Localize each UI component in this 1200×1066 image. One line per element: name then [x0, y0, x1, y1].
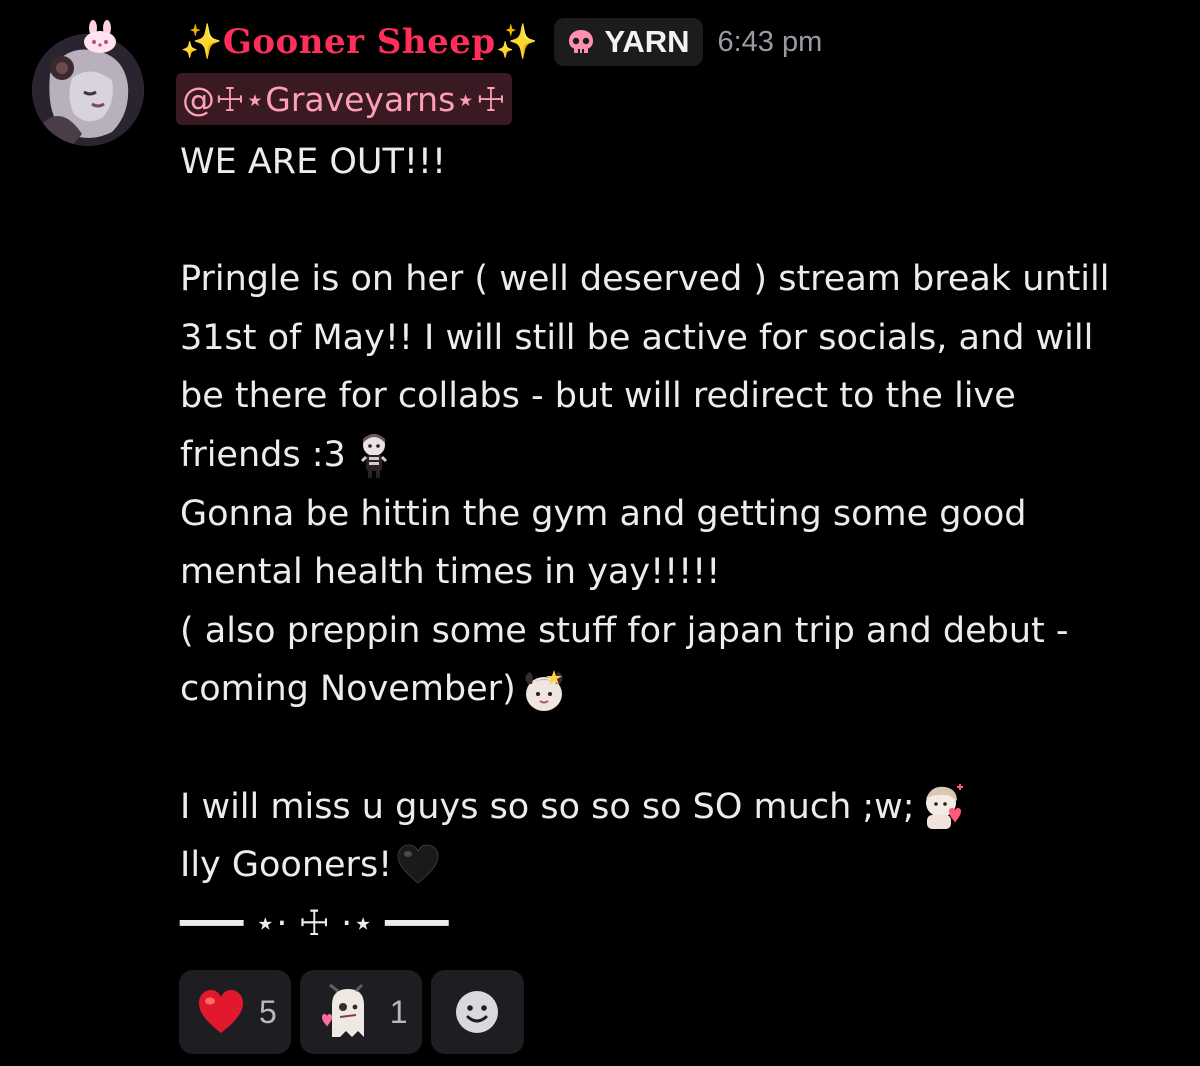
message-line	[180, 192, 1180, 251]
message-line: 31st of May!! I will still be active for…	[180, 317, 1094, 358]
message-line: coming November)	[180, 660, 1180, 719]
skull-icon	[569, 30, 594, 53]
server-tag-badge[interactable]: YARN	[554, 18, 704, 66]
add-reaction-button[interactable]	[430, 970, 524, 1054]
message-line: ━━━ ⋆⋅ ☩ ⋅⋆ ━━━	[180, 903, 449, 944]
chibi-sticker-emoji[interactable]	[350, 431, 398, 479]
message-line: Pringle is on her ( well deserved ) stre…	[180, 259, 1110, 300]
red-heart-emoji	[199, 990, 243, 1033]
hug-heart-sticker-emoji[interactable]	[919, 783, 967, 831]
reaction-count: 5	[259, 993, 277, 1030]
avatar-wrap[interactable]	[32, 20, 148, 146]
reaction-chip[interactable]: 5	[179, 970, 291, 1054]
bunny-decoration-icon	[84, 20, 116, 53]
ghost-plush-sticker-emoji	[321, 983, 364, 1037]
reaction-count: 1	[389, 993, 408, 1030]
sheep-girl-sticker-emoji[interactable]	[520, 666, 568, 714]
message-line: Gonna be hittin the gym and getting some…	[180, 493, 1027, 534]
author-display-name[interactable]: ✨Gooner Sheep✨	[180, 22, 538, 62]
message-content: WE ARE OUT!!! Pringle is on her ( well d…	[180, 133, 1180, 953]
message-line: Ily Gooners!	[180, 836, 1180, 895]
message-line: be there for collabs - but will redirect…	[180, 376, 1016, 417]
reaction-chip[interactable]: 1	[299, 970, 422, 1054]
message-line: I will miss u guys so so so so SO much ;…	[180, 778, 1180, 837]
message-header: ✨Gooner Sheep✨ YARN 6:43 pm	[180, 12, 822, 72]
server-tag-text: YARN	[604, 24, 690, 59]
message-line: mental health times in yay!!!!!	[180, 552, 721, 593]
chat-message: ✨Gooner Sheep✨ YARN 6:43 pm @☩⋆Graveyarn…	[0, 0, 1200, 1066]
message-line: WE ARE OUT!!!	[180, 142, 446, 182]
message-line	[180, 719, 1180, 778]
smiley-add-reaction-icon	[456, 991, 499, 1033]
message-line: ( also preppin some stuff for japan trip…	[180, 610, 1069, 651]
black-heart-emoji[interactable]	[396, 843, 440, 887]
message-timestamp[interactable]: 6:43 pm	[717, 26, 822, 59]
message-line: friends :3	[180, 426, 1180, 485]
user-mention[interactable]: @☩⋆Graveyarns⋆☩	[176, 73, 512, 125]
reactions-bar: 5 1	[179, 970, 524, 1054]
